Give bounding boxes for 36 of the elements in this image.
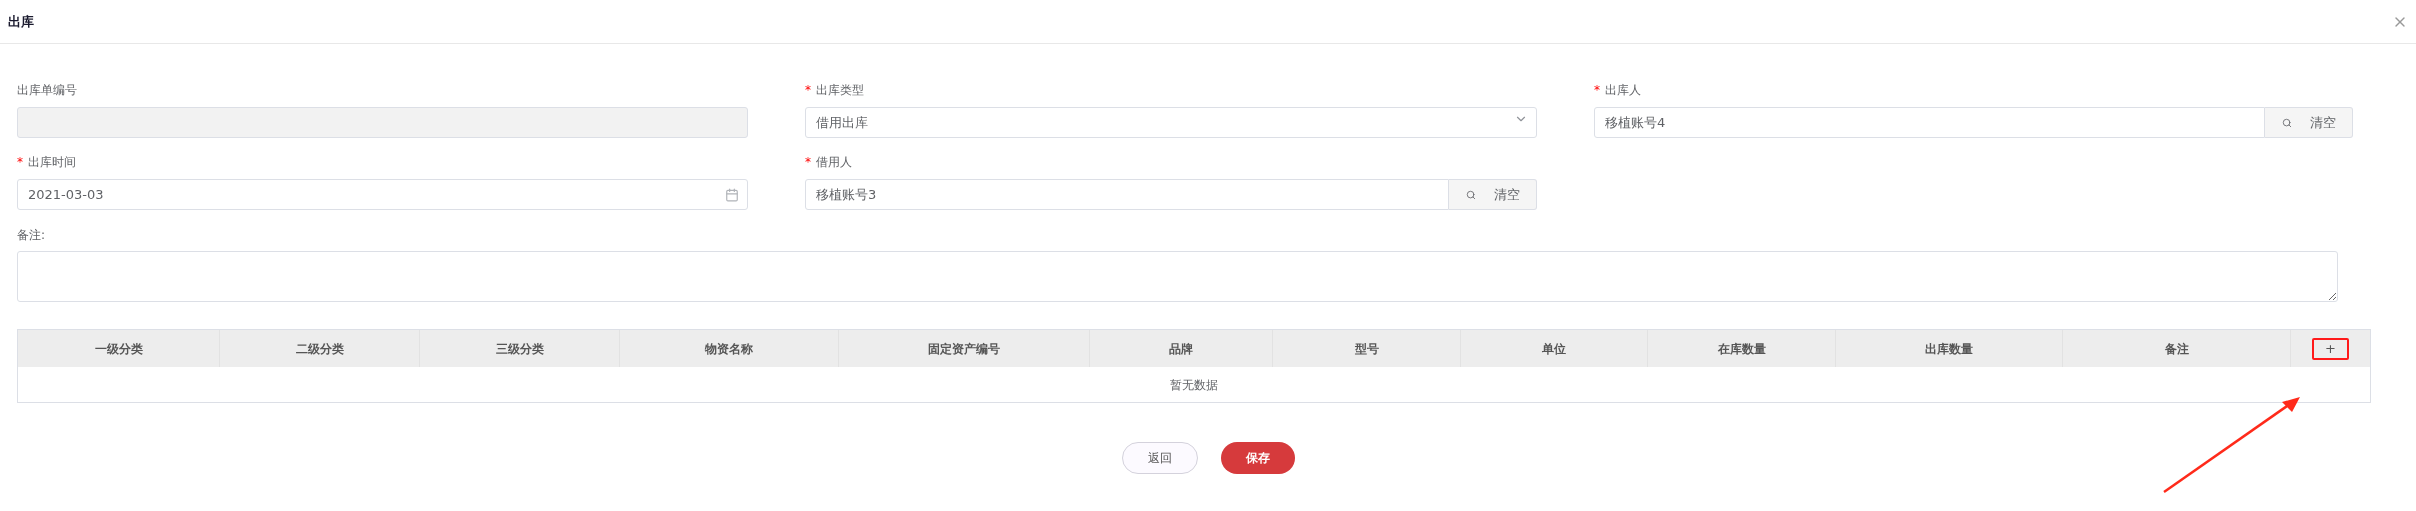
- column-header: 物资名称: [620, 330, 839, 367]
- column-header: 品牌: [1090, 330, 1273, 367]
- required-asterisk: *: [1594, 82, 1600, 99]
- select-field[interactable]: 借用出库: [805, 107, 1537, 138]
- search-icon: [1465, 189, 1476, 200]
- field-label: 出库单编号: [17, 82, 77, 99]
- lookup-field[interactable]: 移植账号4: [1594, 107, 2265, 138]
- back-button[interactable]: 返回: [1121, 442, 1198, 474]
- column-header: 固定资产编号: [839, 330, 1090, 367]
- remark-field[interactable]: [17, 251, 2338, 302]
- column-header: 二级分类: [220, 330, 420, 367]
- field-label: 出库人: [1605, 82, 1641, 99]
- add-row-button[interactable]: +: [2312, 337, 2349, 360]
- remark-label: 备注:: [17, 227, 47, 244]
- dialog-title: 出库: [8, 12, 34, 31]
- search-clear-button[interactable]: 清空: [2265, 107, 2353, 138]
- lookup-field[interactable]: 移植账号3: [805, 179, 1449, 210]
- save-button[interactable]: 保存: [1220, 442, 1295, 474]
- column-header: 出库数量: [1836, 330, 2063, 367]
- column-header: 在库数量: [1648, 330, 1836, 367]
- search-icon: [2281, 117, 2292, 128]
- date-field[interactable]: 2021-03-03: [17, 179, 748, 210]
- calendar-icon: [725, 187, 739, 202]
- field-label: 出库时间: [28, 154, 76, 171]
- column-header: 单位: [1461, 330, 1648, 367]
- column-header: 备注: [2063, 330, 2291, 367]
- required-asterisk: *: [17, 154, 23, 171]
- column-header: 一级分类: [18, 330, 220, 367]
- empty-table-text: 暂无数据: [1170, 376, 1218, 394]
- column-header: 型号: [1273, 330, 1461, 367]
- field-label: 借用人: [816, 154, 852, 171]
- required-asterisk: *: [805, 154, 811, 171]
- search-clear-button[interactable]: 清空: [1449, 179, 1537, 210]
- field-label: 出库类型: [816, 82, 864, 99]
- column-header: 三级分类: [420, 330, 620, 367]
- required-asterisk: *: [805, 82, 811, 99]
